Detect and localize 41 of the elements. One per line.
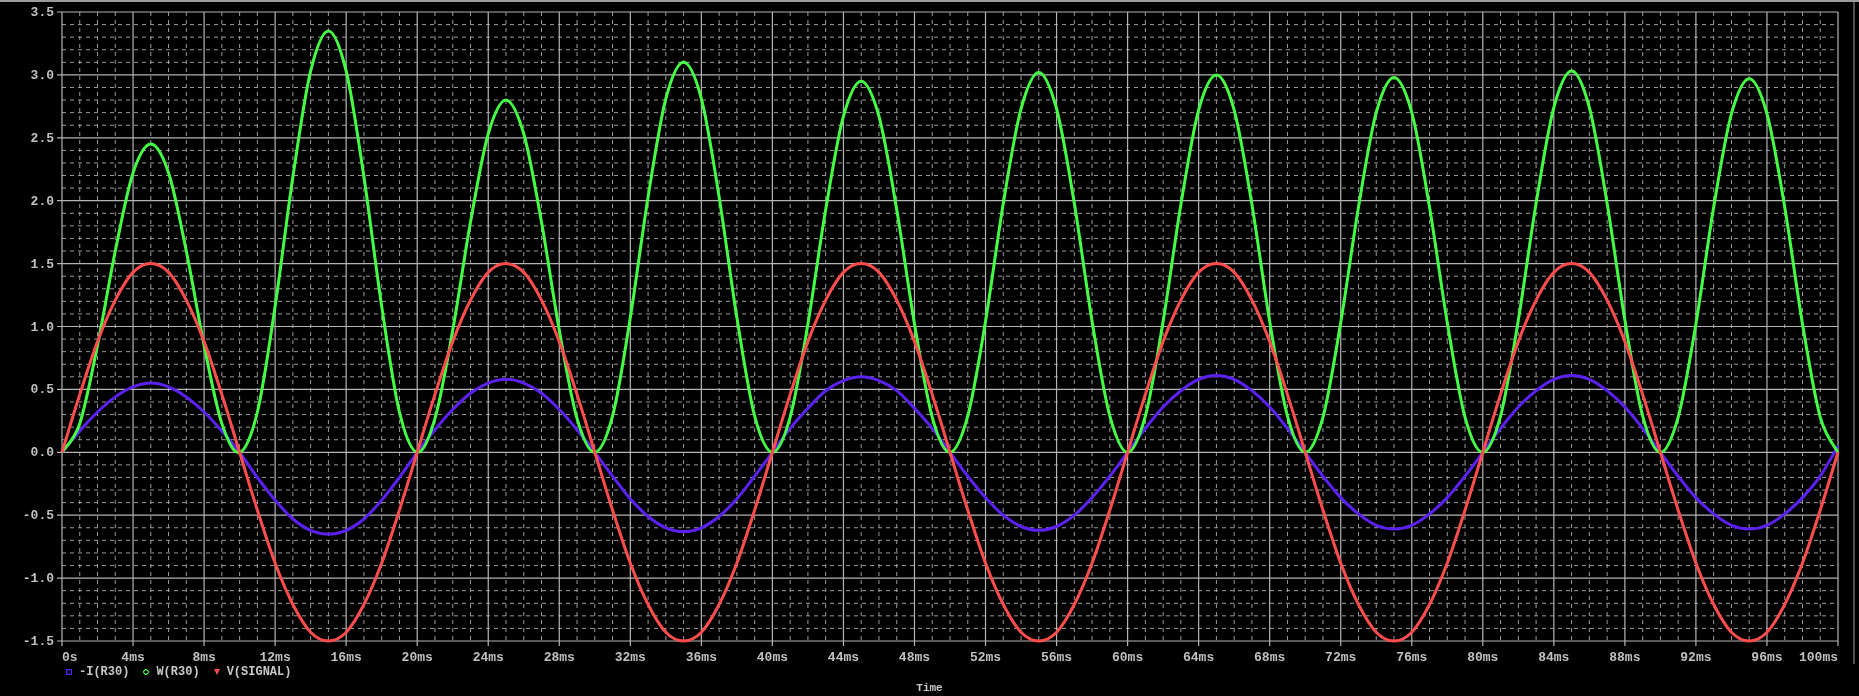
x-tick-label: 76ms	[1396, 650, 1428, 664]
x-tick-label: 48ms	[898, 650, 931, 664]
x-tick-label: 36ms	[685, 650, 717, 664]
x-tick-label: 96ms	[1751, 650, 1783, 664]
x-tick-label: 28ms	[543, 650, 575, 664]
x-tick-label: 60ms	[1112, 650, 1144, 664]
y-tick-label: 1.5	[30, 256, 54, 272]
x-tick-label: 72ms	[1325, 650, 1357, 664]
x-tick-label: 40ms	[756, 650, 788, 664]
x-tick-label: 80ms	[1467, 650, 1499, 664]
x-tick-label: 68ms	[1254, 650, 1286, 664]
x-tick-label: 12ms	[259, 650, 291, 664]
y-tick-label: 3.5	[30, 5, 54, 20]
x-tick-label: 0s	[62, 650, 78, 664]
x-tick-label: 8ms	[192, 650, 216, 664]
y-tick-label: 2.5	[30, 130, 54, 146]
y-tick-label: -0.5	[22, 508, 54, 524]
y-tick-label: 1.0	[30, 319, 54, 335]
y-tick-label: -1.5	[22, 634, 54, 649]
y-tick-label: 2.0	[30, 193, 54, 209]
x-tick-label: 16ms	[330, 650, 362, 664]
y-tick-label: 3.0	[30, 67, 54, 83]
x-tick-label: 20ms	[401, 650, 433, 664]
x-tick-label: 64ms	[1183, 650, 1215, 664]
x-tick-label: 88ms	[1609, 650, 1641, 664]
x-tick-label: 84ms	[1538, 650, 1570, 664]
x-tick-label: 92ms	[1680, 650, 1712, 664]
x-tick-label: 52ms	[969, 650, 1002, 664]
y-tick-label: 0.0	[30, 445, 54, 461]
y-tick-label: -1.0	[22, 571, 54, 587]
x-tick-label: 56ms	[1040, 650, 1073, 664]
x-axis-title: Time	[916, 680, 943, 696]
legend-label: -I(R30)	[79, 663, 130, 681]
x-tick-label: 100ms	[1799, 650, 1838, 664]
legend-label: W(R30)	[156, 663, 200, 681]
y-tick-label: 0.5	[30, 382, 54, 398]
legend-label: V(SIGNAL)	[226, 663, 292, 681]
x-tick-label: 44ms	[827, 650, 860, 664]
x-tick-label: 32ms	[614, 650, 646, 664]
x-tick-label: 4ms	[121, 650, 145, 664]
x-tick-label: 24ms	[472, 650, 504, 664]
